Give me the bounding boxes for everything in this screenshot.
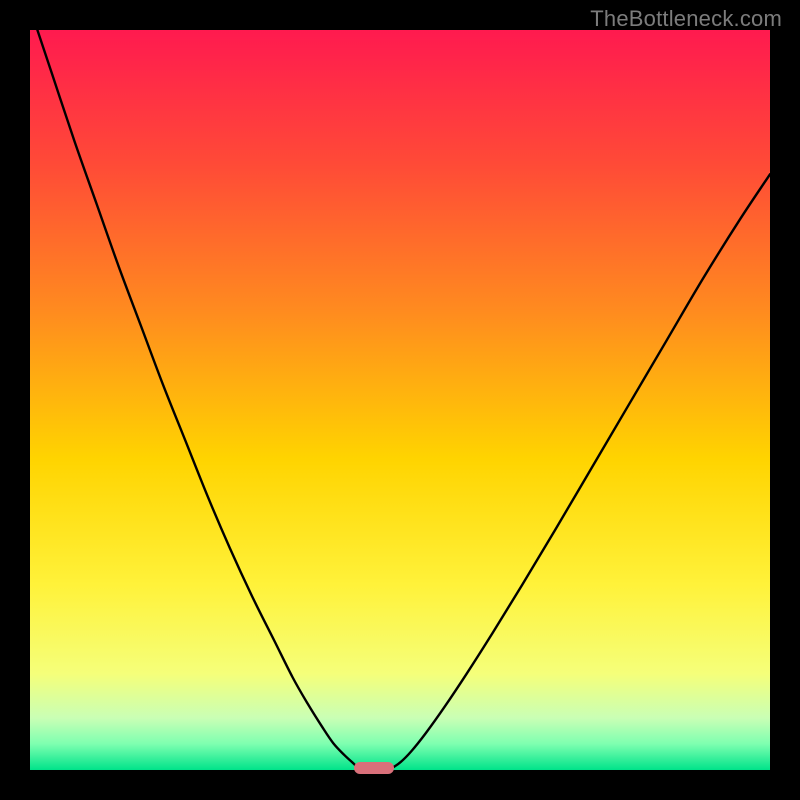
chart-frame: TheBottleneck.com xyxy=(0,0,800,800)
bottleneck-plot xyxy=(30,30,770,770)
plot-background xyxy=(30,30,770,770)
min-marker xyxy=(354,762,394,774)
watermark-text: TheBottleneck.com xyxy=(590,6,782,32)
